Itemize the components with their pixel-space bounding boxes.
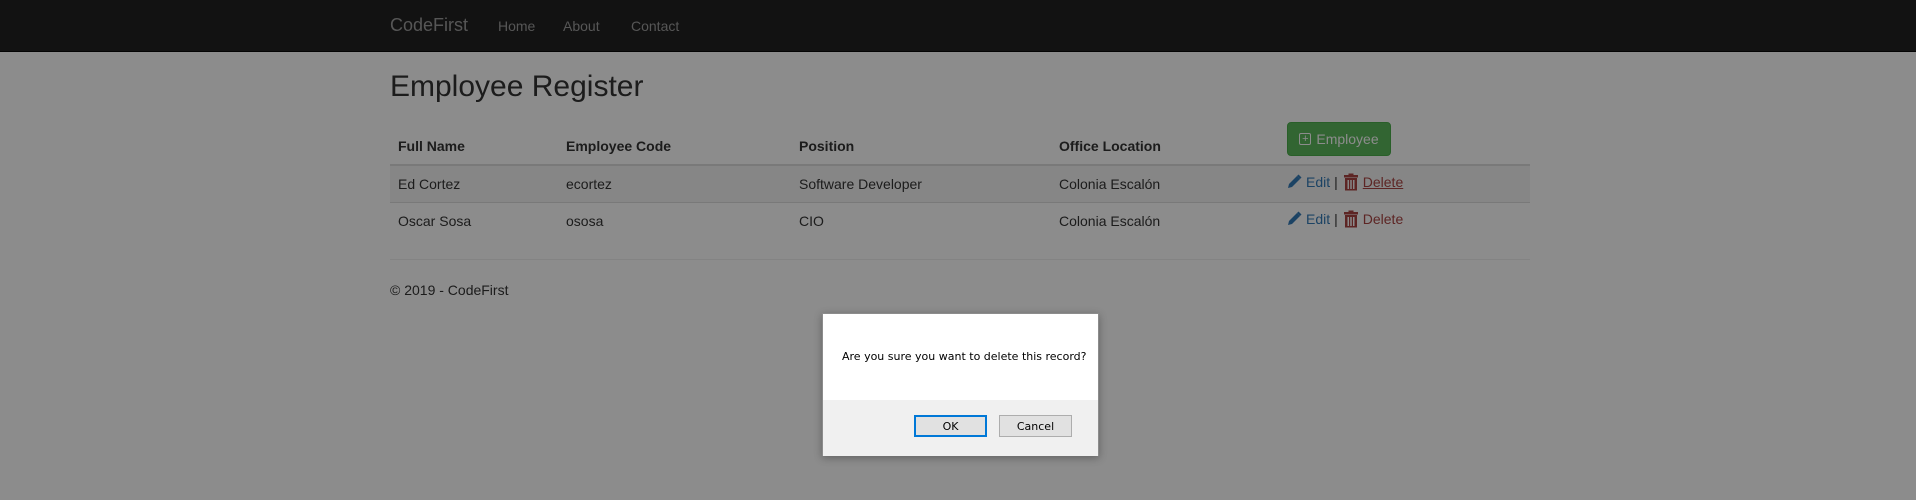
cancel-button[interactable]: Cancel — [999, 415, 1072, 437]
confirm-dialog: Are you sure you want to delete this rec… — [822, 313, 1099, 456]
ok-button[interactable]: OK — [914, 415, 987, 437]
dialog-message: Are you sure you want to delete this rec… — [842, 350, 1087, 363]
